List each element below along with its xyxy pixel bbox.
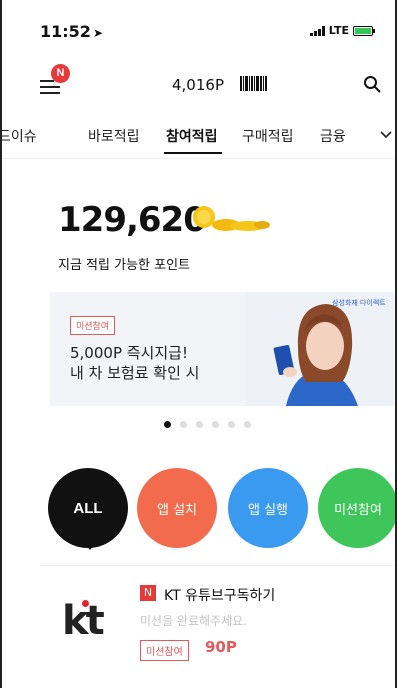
search-icon[interactable]	[363, 75, 381, 93]
signal-icon	[309, 25, 325, 36]
item-title: KT 유튜브구독하기	[164, 588, 276, 604]
brand-tag: 삼성화재 다이렉트	[332, 299, 386, 307]
coins-icon	[193, 206, 270, 231]
kt-logo: kt	[62, 598, 105, 644]
chevron-down-icon[interactable]	[380, 128, 392, 140]
location-arrow-icon: ➤	[92, 26, 103, 40]
pagination-dot[interactable]	[164, 421, 171, 428]
pagination-dot[interactable]	[228, 421, 235, 428]
tab-participate[interactable]: 참여적립	[166, 126, 218, 146]
model-photo	[246, 292, 394, 406]
item-type-badge: 미션참여	[140, 640, 189, 661]
promo-banner[interactable]: 미션참여 5,000P 즉시지급! 내 차 보험료 확인 시 삼성화재 다이렉트	[50, 292, 394, 406]
network-label: LTE	[328, 24, 349, 37]
divider	[40, 565, 394, 566]
available-points: 129,620	[58, 200, 207, 240]
filter-mission-button[interactable]: 미션참여	[318, 468, 395, 548]
selected-indicator	[82, 540, 98, 550]
app-screen: 11:52 ➤ LTE N 4,016P 드이슈 바로적립 참여적립 구매적립 금…	[0, 0, 397, 688]
filter-app-install-button[interactable]: 앱 설치	[137, 468, 217, 548]
time-label: 11:52	[40, 22, 91, 41]
notification-badge: N	[51, 64, 70, 83]
item-reward: 90P	[205, 638, 237, 656]
top-bar: N 4,016P	[2, 62, 395, 106]
divider	[2, 158, 395, 159]
banner-badge: 미션참여	[70, 316, 116, 335]
new-icon: N	[140, 585, 156, 601]
pagination-dot[interactable]	[212, 421, 219, 428]
status-bar: 11:52 ➤ LTE	[2, 0, 395, 58]
filter-all-button[interactable]: ALL	[48, 468, 128, 548]
banner-headline: 5,000P 즉시지급!	[70, 344, 188, 362]
tab-finance[interactable]: 금융	[320, 126, 346, 146]
tab-instant[interactable]: 바로적립	[88, 126, 140, 146]
status-time: 11:52 ➤	[40, 22, 103, 41]
item-subtitle: 미션을 완료해주세요.	[140, 614, 247, 628]
status-icons: LTE	[309, 24, 375, 37]
barcode-icon[interactable]	[240, 76, 267, 91]
tab-hot-issue[interactable]: 드이슈	[2, 126, 37, 146]
pagination-dot[interactable]	[196, 421, 203, 428]
points-caption: 지금 적립 가능한 포인트	[58, 258, 190, 273]
battery-charging-icon	[353, 25, 375, 36]
filter-app-run-button[interactable]: 앱 실행	[228, 468, 308, 548]
banner-pagination	[164, 421, 251, 428]
active-tab-indicator	[164, 152, 222, 154]
pagination-dot[interactable]	[244, 421, 251, 428]
header-points[interactable]: 4,016P	[172, 76, 224, 94]
banner-subline: 내 차 보험료 확인 시	[70, 364, 200, 382]
tab-purchase[interactable]: 구매적립	[242, 126, 294, 146]
pagination-dot[interactable]	[180, 421, 187, 428]
logo-dot	[82, 600, 89, 607]
category-tabs: 드이슈 바로적립 참여적립 구매적립 금융	[2, 118, 395, 154]
